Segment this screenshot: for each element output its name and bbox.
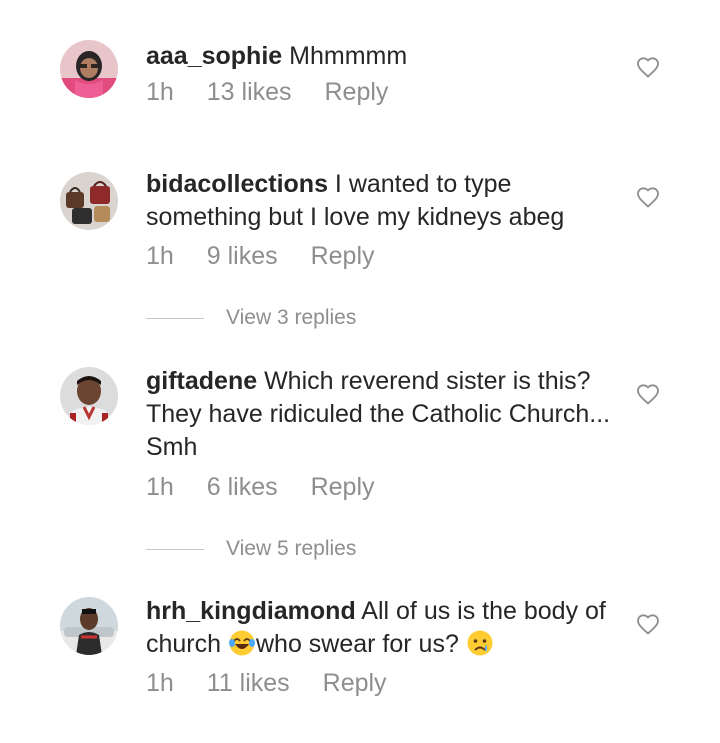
view-replies-button[interactable]: View 3 replies [146,306,356,330]
comment-body: bidacollections I wanted to type somethi… [146,168,616,234]
view-replies-button[interactable]: View 5 replies [146,537,356,561]
comment-text-continued: who swear for us? [255,630,466,658]
comment-body: aaa_sophie Mhmmmm [146,40,616,73]
crying-emoji-icon [467,630,493,656]
comment-text: Mhmmmm [282,42,408,70]
comment-likes[interactable]: 11 likes [207,669,290,697]
comment-meta: 1h 11 likes Reply [146,669,413,698]
replies-divider [146,317,204,319]
heart-outline-icon[interactable] [636,613,660,635]
comment-username[interactable]: aaa_sophie [146,42,282,70]
comment-likes[interactable]: 9 likes [207,242,278,270]
laughing-crying-emoji-icon [228,630,255,656]
comment-time: 1h [146,669,174,697]
view-replies-label: View 3 replies [226,306,357,329]
comment-meta: 1h 6 likes Reply [146,473,401,502]
heart-outline-icon[interactable] [636,186,660,208]
avatar[interactable] [60,597,118,655]
comment-username[interactable]: hrh_kingdiamond [146,597,356,625]
comment-username[interactable]: bidacollections [146,170,328,198]
comment-meta: 1h 13 likes Reply [146,78,414,107]
comment-time: 1h [146,473,174,501]
heart-outline-icon[interactable] [636,383,660,405]
comment-likes[interactable]: 6 likes [207,473,278,501]
comment-time: 1h [146,242,174,270]
comment-username[interactable]: giftadene [146,367,257,395]
reply-button[interactable]: Reply [311,242,375,270]
replies-divider [146,548,204,550]
comment-time: 1h [146,78,174,106]
reply-button[interactable]: Reply [324,78,388,106]
view-replies-label: View 5 replies [226,537,357,560]
heart-outline-icon[interactable] [636,56,660,78]
comment-body: giftadene Which reverend sister is this?… [146,365,616,464]
reply-button[interactable]: Reply [323,669,387,697]
comment-body: hrh_kingdiamond All of us is the body of… [146,595,616,661]
reply-button[interactable]: Reply [311,473,375,501]
avatar[interactable] [60,367,118,425]
comment-likes[interactable]: 13 likes [207,78,292,106]
previous-comment-fragment [230,0,380,2]
avatar[interactable] [60,172,118,230]
avatar[interactable] [60,40,118,98]
comment-meta: 1h 9 likes Reply [146,242,401,271]
